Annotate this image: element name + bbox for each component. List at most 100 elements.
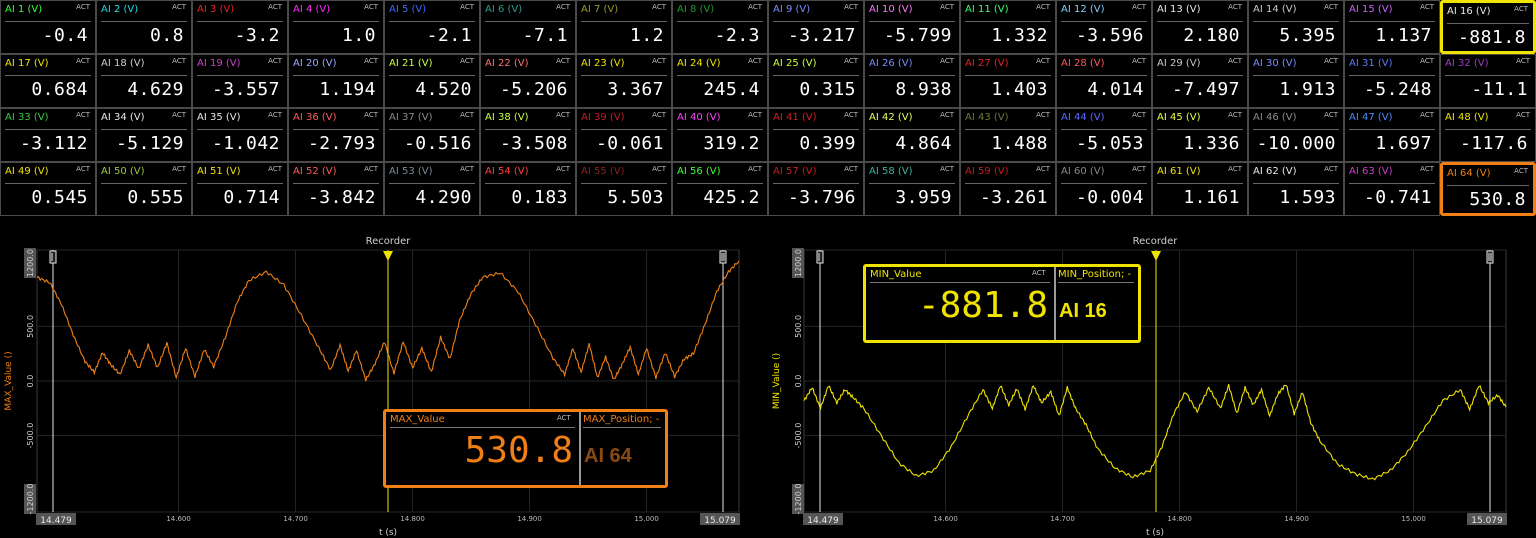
channel-tile[interactable]: AI 9 (V) ACT -3.217 bbox=[768, 0, 864, 54]
act-label: ACT bbox=[940, 3, 954, 11]
channel-tile[interactable]: AI 20 (V) ACT 1.194 bbox=[288, 54, 384, 108]
channel-tile[interactable]: AI 36 (V) ACT -2.793 bbox=[288, 108, 384, 162]
channel-tile[interactable]: AI 62 (V) ACT 1.593 bbox=[1248, 162, 1344, 216]
range-handle-icon[interactable] bbox=[816, 250, 824, 264]
channel-tile[interactable]: AI 41 (V) ACT 0.399 bbox=[768, 108, 864, 162]
channel-tile[interactable]: AI 29 (V) ACT -7.497 bbox=[1152, 54, 1248, 108]
channel-name: AI 42 (V) bbox=[869, 112, 913, 123]
channel-tile[interactable]: AI 17 (V) ACT 0.684 bbox=[0, 54, 96, 108]
channel-tile[interactable]: AI 44 (V) ACT -5.053 bbox=[1056, 108, 1152, 162]
channel-tile[interactable]: AI 45 (V) ACT 1.336 bbox=[1152, 108, 1248, 162]
divider bbox=[485, 183, 571, 184]
channel-tile[interactable]: AI 40 (V) ACT 319.2 bbox=[672, 108, 768, 162]
channel-tile[interactable]: AI 2 (V) ACT 0.8 bbox=[96, 0, 192, 54]
channel-tile[interactable]: AI 21 (V) ACT 4.520 bbox=[384, 54, 480, 108]
channel-tile[interactable]: AI 22 (V) ACT -5.206 bbox=[480, 54, 576, 108]
channel-tile[interactable]: AI 3 (V) ACT -3.2 bbox=[192, 0, 288, 54]
channel-tile[interactable]: AI 14 (V) ACT 5.395 bbox=[1248, 0, 1344, 54]
divider bbox=[1061, 21, 1147, 22]
channel-tile[interactable]: AI 32 (V) ACT -11.1 bbox=[1440, 54, 1536, 108]
channel-tile[interactable]: AI 56 (V) ACT 425.2 bbox=[672, 162, 768, 216]
divider bbox=[390, 427, 575, 428]
channel-tile[interactable]: AI 5 (V) ACT -2.1 bbox=[384, 0, 480, 54]
channel-tile[interactable]: AI 59 (V) ACT -3.261 bbox=[960, 162, 1056, 216]
channel-tile[interactable]: AI 51 (V) ACT 0.714 bbox=[192, 162, 288, 216]
channel-tile[interactable]: AI 19 (V) ACT -3.557 bbox=[192, 54, 288, 108]
act-label: ACT bbox=[748, 111, 762, 119]
channel-tile[interactable]: AI 53 (V) ACT 4.290 bbox=[384, 162, 480, 216]
channel-tile[interactable]: AI 7 (V) ACT 1.2 bbox=[576, 0, 672, 54]
range-handle-icon[interactable] bbox=[49, 250, 57, 264]
channel-tile[interactable]: AI 63 (V) ACT -0.741 bbox=[1344, 162, 1440, 216]
channel-tile[interactable]: AI 31 (V) ACT -5.248 bbox=[1344, 54, 1440, 108]
channel-name: AI 9 (V) bbox=[773, 4, 811, 15]
channel-tile[interactable]: AI 61 (V) ACT 1.161 bbox=[1152, 162, 1248, 216]
channel-tile[interactable]: AI 47 (V) ACT 1.697 bbox=[1344, 108, 1440, 162]
range-handle-icon[interactable] bbox=[719, 250, 727, 264]
channel-tile[interactable]: AI 4 (V) ACT 1.0 bbox=[288, 0, 384, 54]
channel-tile[interactable]: AI 58 (V) ACT 3.959 bbox=[864, 162, 960, 216]
channel-tile[interactable]: AI 30 (V) ACT 1.913 bbox=[1248, 54, 1344, 108]
channel-tile[interactable]: AI 27 (V) ACT 1.403 bbox=[960, 54, 1056, 108]
channel-tile[interactable]: AI 35 (V) ACT -1.042 bbox=[192, 108, 288, 162]
divider bbox=[677, 129, 763, 130]
channel-value: 0.555 bbox=[127, 187, 184, 208]
channel-tile[interactable]: AI 8 (V) ACT -2.3 bbox=[672, 0, 768, 54]
channel-tile[interactable]: AI 24 (V) ACT 245.4 bbox=[672, 54, 768, 108]
channel-tile[interactable]: AI 13 (V) ACT 2.180 bbox=[1152, 0, 1248, 54]
act-label: ACT bbox=[1324, 57, 1338, 65]
channel-tile[interactable]: AI 11 (V) ACT 1.332 bbox=[960, 0, 1056, 54]
divider bbox=[1157, 75, 1243, 76]
channel-tile[interactable]: AI 26 (V) ACT 8.938 bbox=[864, 54, 960, 108]
channel-tile[interactable]: AI 12 (V) ACT -3.596 bbox=[1056, 0, 1152, 54]
channel-name: AI 19 (V) bbox=[197, 58, 241, 69]
channel-tile[interactable]: AI 48 (V) ACT -117.6 bbox=[1440, 108, 1536, 162]
y-tick-label: -1200.0 bbox=[26, 484, 35, 515]
divider bbox=[869, 75, 955, 76]
channel-tile[interactable]: AI 42 (V) ACT 4.864 bbox=[864, 108, 960, 162]
channel-tile[interactable]: AI 60 (V) ACT -0.004 bbox=[1056, 162, 1152, 216]
channel-tile[interactable]: AI 1 (V) ACT -0.4 bbox=[0, 0, 96, 54]
channel-tile[interactable]: AI 55 (V) ACT 5.503 bbox=[576, 162, 672, 216]
position-name: MIN_Position; - bbox=[1058, 269, 1132, 280]
channel-tile[interactable]: AI 6 (V) ACT -7.1 bbox=[480, 0, 576, 54]
act-label: ACT bbox=[1324, 111, 1338, 119]
channel-tile[interactable]: AI 43 (V) ACT 1.488 bbox=[960, 108, 1056, 162]
channel-name: AI 53 (V) bbox=[389, 166, 433, 177]
chart-title: Recorder bbox=[1133, 236, 1179, 247]
channel-value: -0.741 bbox=[1363, 187, 1432, 208]
act-label: ACT bbox=[1036, 165, 1050, 173]
channel-tile[interactable]: AI 39 (V) ACT -0.061 bbox=[576, 108, 672, 162]
channel-tile[interactable]: AI 46 (V) ACT -10.000 bbox=[1248, 108, 1344, 162]
act-label: ACT bbox=[1228, 111, 1242, 119]
channel-tile[interactable]: AI 57 (V) ACT -3.796 bbox=[768, 162, 864, 216]
channel-name: AI 41 (V) bbox=[773, 112, 817, 123]
act-label: ACT bbox=[1132, 3, 1146, 11]
channel-tile[interactable]: AI 33 (V) ACT -3.112 bbox=[0, 108, 96, 162]
channel-tile[interactable]: AI 52 (V) ACT -3.842 bbox=[288, 162, 384, 216]
channel-tile[interactable]: AI 16 (V) ACT -881.8 bbox=[1440, 0, 1536, 54]
channel-value: 0.183 bbox=[511, 187, 568, 208]
value-widget[interactable]: MIN_Value ACT -881.8 MIN_Position; - AI 16 bbox=[863, 264, 1141, 343]
divider bbox=[581, 183, 667, 184]
channel-tile[interactable]: AI 25 (V) ACT 0.315 bbox=[768, 54, 864, 108]
channel-tile[interactable]: AI 49 (V) ACT 0.545 bbox=[0, 162, 96, 216]
channel-tile[interactable]: AI 28 (V) ACT 4.014 bbox=[1056, 54, 1152, 108]
channel-tile[interactable]: AI 54 (V) ACT 0.183 bbox=[480, 162, 576, 216]
divider bbox=[1054, 267, 1056, 340]
channel-tile[interactable]: AI 64 (V) ACT 530.8 bbox=[1440, 162, 1536, 216]
channel-tile[interactable]: AI 38 (V) ACT -3.508 bbox=[480, 108, 576, 162]
value-widget[interactable]: MAX_Value ACT 530.8 MAX_Position; - AI 64 bbox=[383, 409, 668, 488]
chart-title: Recorder bbox=[366, 236, 412, 247]
channel-tile[interactable]: AI 18 (V) ACT 4.629 bbox=[96, 54, 192, 108]
range-handle-icon[interactable] bbox=[1486, 250, 1494, 264]
divider bbox=[965, 129, 1051, 130]
channel-tile[interactable]: AI 15 (V) ACT 1.137 bbox=[1344, 0, 1440, 54]
channel-tile[interactable]: AI 34 (V) ACT -5.129 bbox=[96, 108, 192, 162]
channel-tile[interactable]: AI 23 (V) ACT 3.367 bbox=[576, 54, 672, 108]
act-label: ACT bbox=[1516, 57, 1530, 65]
act-label: ACT bbox=[268, 57, 282, 65]
channel-tile[interactable]: AI 37 (V) ACT -0.516 bbox=[384, 108, 480, 162]
channel-tile[interactable]: AI 50 (V) ACT 0.555 bbox=[96, 162, 192, 216]
channel-tile[interactable]: AI 10 (V) ACT -5.799 bbox=[864, 0, 960, 54]
